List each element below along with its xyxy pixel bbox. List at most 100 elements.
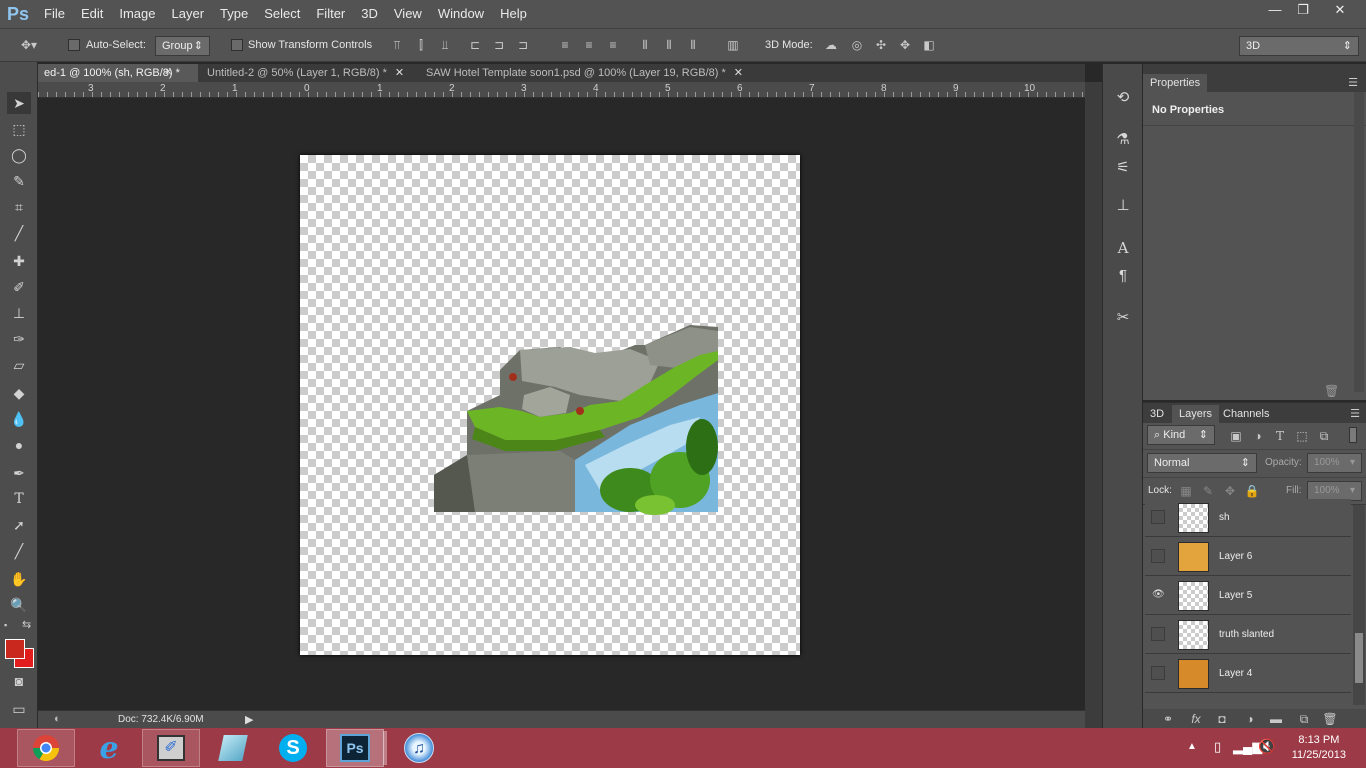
default-colors-icon[interactable]: ▪ [4,620,14,630]
close-button[interactable]: ✕ [1320,0,1360,20]
taskbar-ie[interactable]: e [80,729,138,767]
layer-name[interactable]: sh [1219,499,1230,537]
menu-view[interactable]: View [386,0,430,28]
move-tool-preset-icon[interactable]: ✥▾ [20,36,38,54]
tool-presets-icon[interactable]: ✂ [1111,306,1135,330]
tab-properties[interactable]: Properties [1143,74,1208,92]
tab-layers[interactable]: Layers [1172,405,1220,423]
healing-brush-tool-icon[interactable]: ✚ [7,250,31,272]
paragraph-panel-icon[interactable]: ¶ [1111,264,1135,288]
trash-icon[interactable]: 🗑 [1324,384,1339,398]
hand-tool-icon[interactable]: ✋ [7,568,31,590]
menu-window[interactable]: Window [430,0,492,28]
filter-toggle[interactable] [1349,427,1357,443]
history-brush-tool-icon[interactable]: ✑ [7,328,31,350]
distribute-hcenter-icon[interactable]: ⦀ [660,36,678,54]
filter-adjustment-icon[interactable]: ◑ [1249,427,1267,445]
brush-presets-icon[interactable]: ⚗ [1111,128,1135,152]
layer-row-truth-slanted[interactable]: truth slanted [1145,616,1351,654]
distribute-vcenter-icon[interactable]: ≡ [580,36,598,54]
distribute-right-icon[interactable]: ⦀ [684,36,702,54]
swap-colors-icon[interactable]: ⇆ [22,618,31,631]
filter-smart-object-icon[interactable]: ⧉ [1315,427,1333,445]
blend-mode-dropdown[interactable]: Normal ⇕ [1147,453,1257,473]
layer-name[interactable]: Layer 6 [1219,538,1252,576]
new-layer-icon[interactable]: ⧉ [1295,710,1313,728]
3d-orbit-icon[interactable]: ☁ [822,36,840,54]
layer-name[interactable]: Layer 5 [1219,577,1252,615]
new-group-icon[interactable]: ▬ [1267,710,1285,728]
filter-type-icon[interactable]: T [1271,427,1289,445]
foreground-color-swatch[interactable] [5,639,25,659]
screen-mode-icon[interactable]: ▭ [7,698,31,720]
brush-tool-icon[interactable]: ✐ [7,276,31,298]
lasso-tool-icon[interactable]: ◯ [7,144,31,166]
opacity-field[interactable]: 100% ▾ [1307,453,1362,473]
auto-select-checkbox[interactable] [68,39,80,51]
adjustment-layer-icon[interactable]: ◑ [1241,710,1259,728]
history-panel-icon[interactable]: ⟲ [1111,86,1135,110]
3d-pan-icon[interactable]: ✣ [872,36,890,54]
layer-row-layer-6[interactable]: Layer 6 [1145,538,1351,576]
close-icon[interactable]: ✕ [164,67,172,78]
adjustments-icon[interactable]: ⚟ [1111,156,1135,180]
restore-button[interactable]: ❐ [1286,0,1320,20]
menu-select[interactable]: Select [256,0,308,28]
align-left-icon[interactable]: ⊏ [466,36,484,54]
menu-edit[interactable]: Edit [73,0,111,28]
link-layers-icon[interactable]: ⚭ [1159,710,1177,728]
filter-shape-icon[interactable]: ⬚ [1293,427,1311,445]
pen-tool-icon[interactable]: ✒ [7,462,31,484]
status-menu-icon[interactable]: ◐ [54,713,61,725]
layer-row-layer-5[interactable]: 👁 Layer 5 [1145,577,1351,615]
quick-mask-icon[interactable]: ◙ [7,670,31,692]
taskbar-photoshop[interactable]: Ps [326,729,384,767]
fill-field[interactable]: 100% ▾ [1307,481,1362,501]
path-select-tool-icon[interactable]: ➚ [7,514,31,536]
menu-help[interactable]: Help [492,0,535,28]
align-top-icon[interactable]: ⫪ [388,36,406,54]
volume-icon[interactable]: 🔇 [1258,738,1275,755]
panel-menu-icon[interactable]: ☰ [1348,76,1358,89]
visibility-toggle[interactable] [1151,666,1165,680]
lock-position-icon[interactable]: ✥ [1221,482,1239,500]
eyedropper-tool-icon[interactable]: ╱ [7,222,31,244]
layers-scrollbar[interactable] [1353,505,1365,705]
clone-source-icon[interactable]: ⊥ [1111,194,1135,218]
lock-transparency-icon[interactable]: ▦ [1177,482,1195,500]
eraser-tool-icon[interactable]: ▱ [7,354,31,376]
workspace-dropdown[interactable]: 3D ⇕ [1239,36,1359,56]
zoom-tool-icon[interactable]: 🔍 [7,594,31,616]
visibility-toggle[interactable] [1151,510,1165,524]
align-vcenter-icon[interactable]: ⫿ [412,36,430,54]
marquee-tool-icon[interactable]: ⬚ [7,118,31,140]
paint-bucket-tool-icon[interactable]: ◆ [7,382,31,404]
eye-icon[interactable]: 👁 [1151,588,1165,602]
document-canvas[interactable] [300,155,800,655]
menu-type[interactable]: Type [212,0,256,28]
close-icon[interactable]: ✕ [734,67,743,79]
character-panel-icon[interactable]: A [1111,236,1135,260]
lock-all-icon[interactable]: 🔒 [1243,482,1261,500]
fx-icon[interactable]: fx [1187,710,1205,728]
tab-document-1[interactable]: ed-1 @ 100% (sh, RGB/8) * [38,64,198,82]
menu-layer[interactable]: Layer [164,0,213,28]
layer-row-sh[interactable]: sh [1145,499,1351,537]
quick-select-tool-icon[interactable]: ✎ [7,170,31,192]
align-right-icon[interactable]: ⊐ [514,36,532,54]
3d-roll-icon[interactable]: ◎ [848,36,866,54]
visibility-toggle[interactable] [1151,549,1165,563]
distribute-bottom-icon[interactable]: ≡ [604,36,622,54]
show-transform-checkbox[interactable] [231,39,243,51]
tab-document-2[interactable]: Untitled-2 @ 50% (Layer 1, RGB/8) * ✕ [201,64,416,82]
align-hcenter-icon[interactable]: ⊐ [490,36,508,54]
taskbar-chrome[interactable] [17,729,75,767]
distribute-left-icon[interactable]: ⦀ [636,36,654,54]
add-mask-icon[interactable]: ◘ [1213,710,1231,728]
taskbar-skype[interactable]: S [264,729,322,767]
tab-3d[interactable]: 3D [1143,405,1171,423]
filter-pixel-icon[interactable]: ▣ [1227,427,1245,445]
layer-name[interactable]: truth slanted [1219,616,1274,654]
show-hidden-icons[interactable]: ▲ [1187,741,1197,752]
type-tool-icon[interactable]: T [7,488,31,510]
